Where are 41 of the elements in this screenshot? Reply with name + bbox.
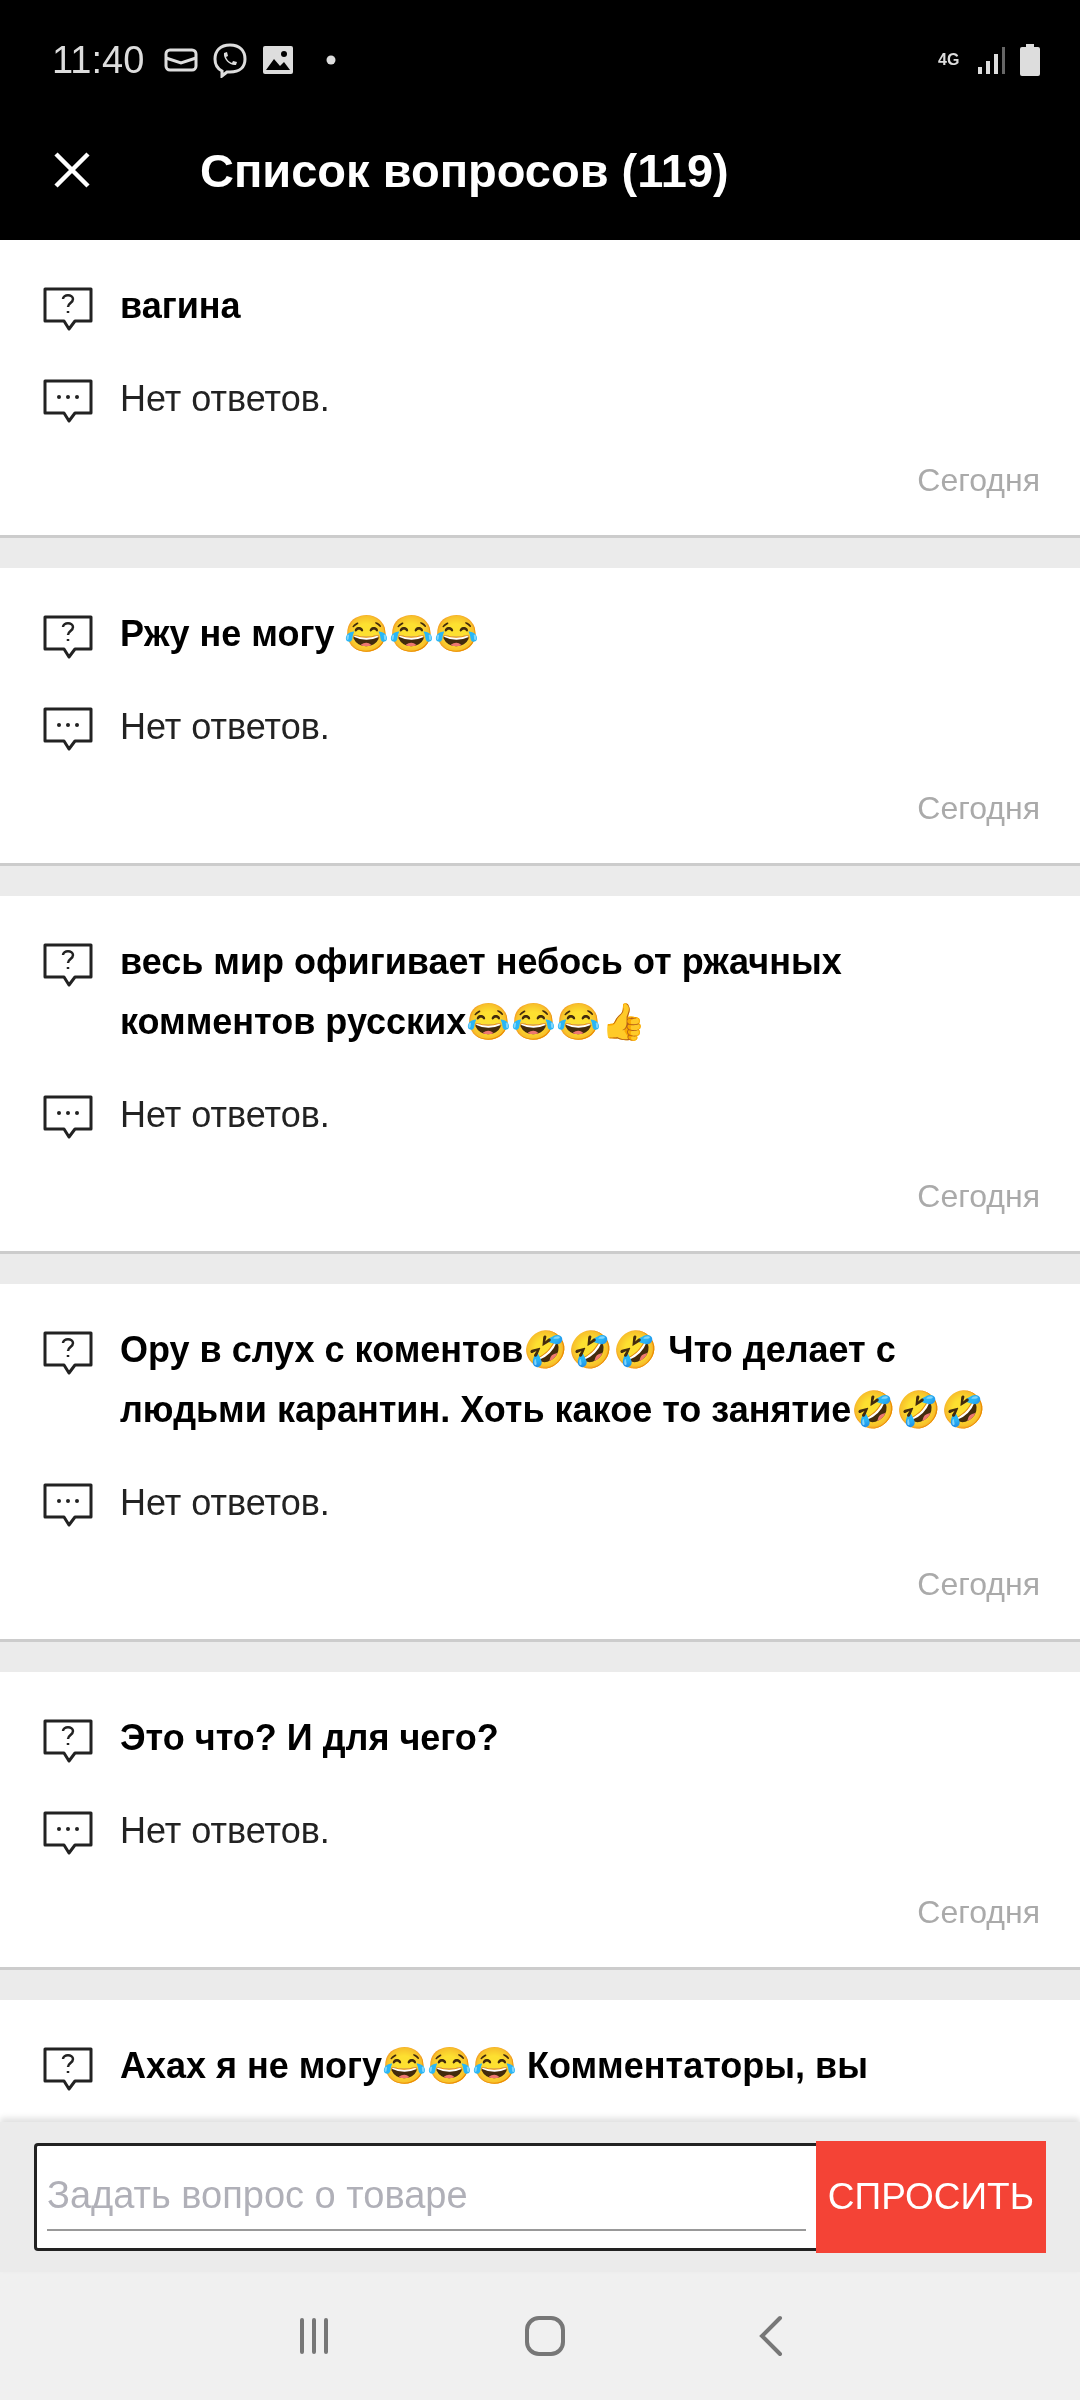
page-title: Список вопросов (119) <box>200 142 729 198</box>
answer-bubble-icon <box>42 1094 94 1140</box>
answer-text: Нет ответов. <box>120 377 330 421</box>
question-bubble-icon <box>42 942 94 988</box>
network-type: 4G <box>938 52 961 68</box>
answer-text: Нет ответов. <box>120 1809 330 1853</box>
answer-bubble-icon <box>42 378 94 424</box>
question-date: Сегодня <box>916 1178 1040 1215</box>
chat-phone-icon <box>212 42 249 78</box>
question-text: Ржу не могу 😂😂😂 <box>120 612 480 656</box>
question-date: Сегодня <box>916 462 1040 499</box>
question-date: Сегодня <box>916 790 1040 827</box>
question-bubble-icon <box>42 1718 94 1764</box>
answer-text: Нет ответов. <box>120 1093 330 1137</box>
answer-text: Нет ответов. <box>120 705 330 749</box>
question-bubble-icon <box>42 614 94 660</box>
notification-dot-icon <box>326 55 337 65</box>
question-text: вагина <box>120 284 241 328</box>
question-date: Сегодня <box>916 1894 1040 1931</box>
answer-text: Нет ответов. <box>120 1481 330 1525</box>
question-text: Ахах я не могу😂😂😂 Комментаторы, вы <box>120 2044 868 2088</box>
battery-icon <box>1020 44 1040 76</box>
question-text: Это что? И для чего? <box>120 1716 499 1760</box>
question-text: Ору в слух с коментов🤣🤣🤣 Что делает с людьми карантин. Хоть какое то занятие🤣🤣🤣 <box>120 1328 988 1432</box>
answer-bubble-icon <box>42 1482 94 1528</box>
question-input-field[interactable]: Задать вопрос о товаре <box>34 2143 816 2251</box>
question-bubble-icon <box>42 286 94 332</box>
mail-icon <box>164 47 199 73</box>
answer-bubble-icon <box>42 1810 94 1856</box>
close-button[interactable] <box>52 150 92 190</box>
status-time: 11:40 <box>52 38 145 82</box>
home-icon[interactable] <box>523 2314 567 2358</box>
signal-icon <box>976 45 1006 75</box>
image-icon <box>262 45 295 75</box>
answer-bubble-icon <box>42 706 94 752</box>
question-date: Сегодня <box>916 1566 1040 1603</box>
question-bubble-icon <box>42 2046 94 2092</box>
question-text: весь мир офигивает небось от ржачных комментов русских😂😂😂👍 <box>120 940 843 1044</box>
close-icon <box>52 150 92 190</box>
question-bubble-icon <box>42 1330 94 1376</box>
ask-button[interactable]: СПРОСИТЬ <box>815 2141 1046 2253</box>
